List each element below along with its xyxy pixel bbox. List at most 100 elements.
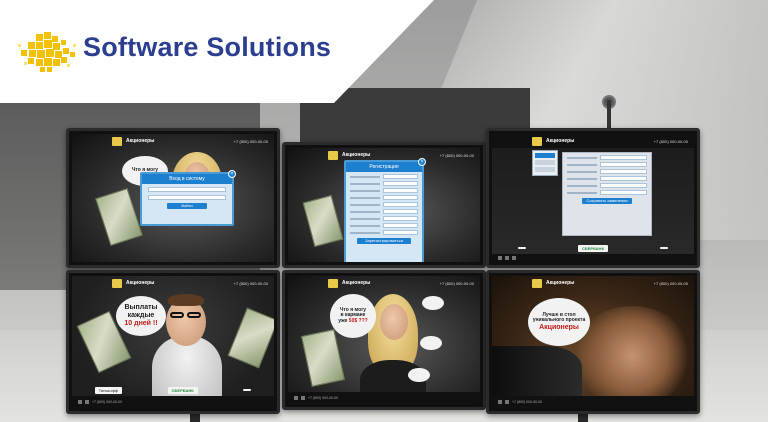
screen-login: Акционеры +7 (800) 000-00-00 Что я могу … [72, 134, 274, 262]
form-row [567, 169, 647, 174]
login-modal: Вход в систему Войти × [140, 170, 236, 226]
form-input[interactable] [383, 216, 418, 221]
site-name: Акционеры [546, 138, 575, 144]
close-icon[interactable]: × [228, 170, 236, 178]
site-footer [492, 254, 694, 262]
partner-logo-sberbank: СБЕРБАНК [167, 386, 198, 394]
footer-phone: +7 (800) 000-00-00 [308, 396, 339, 400]
form-row [350, 209, 418, 214]
bubble-line2: уникального проекта [532, 317, 586, 324]
site-footer: +7 (800) 000-00-00 [492, 396, 694, 408]
site-footer: +7 (800) 000-00-00 [72, 396, 274, 408]
site-header: Акционеры +7 (800) 000-00-00 [492, 134, 694, 148]
screen-landing-woman: Акционеры +7 (800) 000-00-00 Что я могу … [288, 276, 480, 404]
form-input[interactable] [383, 230, 418, 235]
monitor-bottom-left: Акционеры +7 (800) 000-00-00 Выплаты каж… [66, 270, 280, 414]
partner-strip: Тинькофф СБЕРБАНК [72, 384, 274, 396]
mount-pole [607, 100, 611, 130]
screen-landing-team: Акционеры +7 (800) 000-00-00 Лучше в сто… [492, 276, 694, 408]
site-logo-icon [328, 278, 338, 288]
monitor-bottom-middle: Акционеры +7 (800) 000-00-00 Что я могу … [282, 270, 486, 410]
site-footer: +7 (800) 000-00-00 [288, 392, 480, 404]
man-hair [168, 294, 204, 306]
glasses-right [187, 312, 201, 318]
monitor-top-right: Акционеры +7 (800) 000-00-00 Сохранить и… [486, 128, 700, 268]
login-field[interactable] [148, 187, 226, 192]
site-phone: +7 (800) 000-00-00 [439, 152, 474, 158]
form-input[interactable] [383, 174, 418, 179]
form-row [567, 176, 647, 181]
registration-modal-title: Регистрация [346, 162, 422, 172]
form-input[interactable] [600, 155, 647, 160]
site-logo-icon [532, 278, 542, 288]
side-bubble [408, 368, 430, 382]
site-phone: +7 (800) 000-00-00 [233, 280, 268, 286]
site-phone: +7 (800) 000-00-00 [653, 138, 688, 144]
form-row [350, 230, 418, 235]
password-field[interactable] [148, 195, 226, 200]
site-phone: +7 (800) 000-00-00 [439, 280, 474, 286]
profile-menu-item[interactable] [535, 167, 555, 172]
partner-logo [660, 247, 668, 249]
cash-fan-right [227, 307, 274, 369]
site-header: Акционеры +7 (800) 000-00-00 [288, 276, 480, 290]
form-row [567, 190, 647, 195]
form-input[interactable] [600, 176, 647, 181]
site-name: Акционеры [126, 138, 155, 144]
footer-phone: +7 (800) 000-00-00 [512, 400, 543, 404]
form-row [350, 181, 418, 186]
bubble-line1: Выплаты [124, 304, 158, 312]
team-hands [572, 306, 692, 406]
screen-landing-man: Акционеры +7 (800) 000-00-00 Выплаты каж… [72, 276, 274, 408]
site-logo-icon [112, 278, 122, 288]
form-input[interactable] [383, 209, 418, 214]
partner-logo-bank [243, 389, 252, 391]
screen-registration: Акционеры +7 (800) 000-00-00 Регистрация… [288, 148, 480, 262]
form-input[interactable] [383, 223, 418, 228]
site-header: Акционеры +7 (800) 000-00-00 [72, 276, 274, 290]
cube-cluster-logo-icon [18, 32, 76, 72]
site-phone: +7 (800) 000-00-00 [653, 280, 688, 286]
site-header: Акционеры +7 (800) 000-00-00 [492, 276, 694, 290]
site-logo-icon [328, 150, 338, 160]
form-row [350, 188, 418, 193]
promo-bubble: Выплаты каждые 10 дней !! [116, 296, 166, 336]
footer-phone: +7 (800) 000-00-00 [92, 400, 123, 404]
form-row [567, 162, 647, 167]
login-button[interactable]: Войти [167, 203, 207, 209]
site-header: Акционеры +7 (800) 000-00-00 [72, 134, 274, 148]
form-input[interactable] [600, 162, 647, 167]
partner-logo-tinkoff: Тинькофф [94, 386, 123, 394]
site-name: Акционеры [126, 280, 155, 286]
form-row [350, 216, 418, 221]
close-icon[interactable]: × [418, 158, 426, 166]
form-row [350, 202, 418, 207]
register-button[interactable]: Зарегистрироваться [357, 238, 411, 244]
form-row [350, 223, 418, 228]
monitor-top-middle: Акционеры +7 (800) 000-00-00 Регистрация… [282, 142, 486, 268]
save-button[interactable]: Сохранить изменения [582, 198, 632, 204]
form-input[interactable] [600, 169, 647, 174]
form-row [350, 195, 418, 200]
form-input[interactable] [600, 190, 647, 195]
form-input[interactable] [600, 183, 647, 188]
registration-modal: Регистрация Зарегистрироваться × [344, 158, 426, 262]
form-input[interactable] [383, 195, 418, 200]
form-row [567, 183, 647, 188]
profile-menu-item[interactable] [535, 160, 555, 165]
side-bubble [420, 336, 442, 350]
bubble-accent: Акционеры [539, 323, 579, 331]
screen-profile: Акционеры +7 (800) 000-00-00 Сохранить и… [492, 134, 694, 262]
form-input[interactable] [383, 202, 418, 207]
profile-form: Сохранить изменения [562, 152, 652, 236]
profile-menu-item[interactable] [535, 153, 555, 158]
form-input[interactable] [383, 181, 418, 186]
site-name: Акционеры [342, 152, 371, 158]
form-input[interactable] [383, 188, 418, 193]
monitor-bottom-right: Акционеры +7 (800) 000-00-00 Лучше в сто… [486, 270, 700, 414]
site-logo-icon [112, 136, 122, 146]
form-row [567, 155, 647, 160]
cash-fan [300, 329, 346, 387]
cash-fan [95, 187, 143, 247]
promo-bubble: Лучше в стол уникального проекта Акционе… [528, 298, 590, 346]
